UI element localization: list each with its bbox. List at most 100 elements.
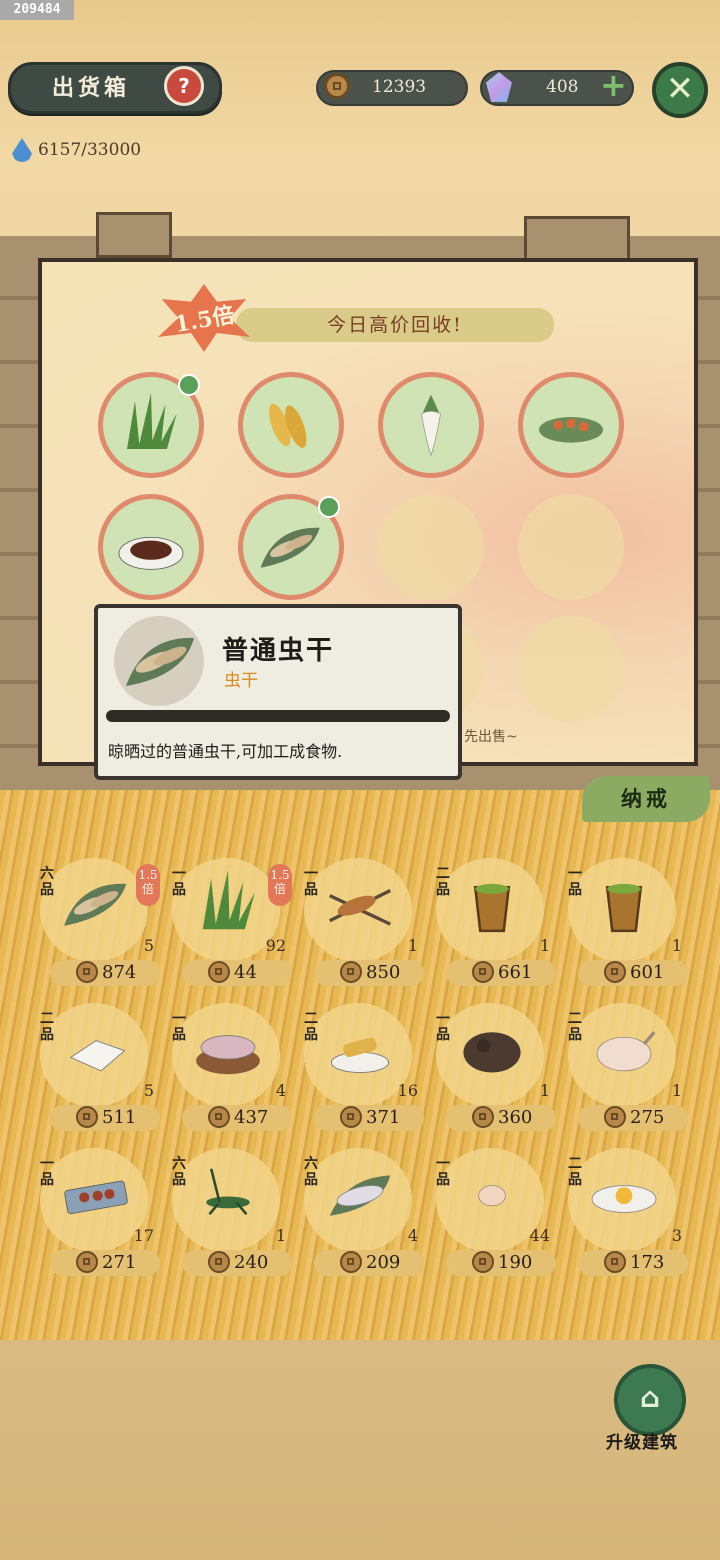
item-count: 92: [265, 936, 286, 955]
price-value: 511: [102, 1107, 137, 1128]
item-count: 5: [143, 1081, 154, 1100]
multiplier-badge: 1.5 倍: [136, 864, 160, 906]
grass-icon: [186, 862, 270, 950]
inventory-item-dried-insect[interactable]: 六品 1.5 倍 5 874: [40, 858, 160, 988]
inventory-item-egg[interactable]: 一品 44 190: [436, 1148, 556, 1278]
inventory-item-fish-leaf[interactable]: 六品 4 209: [304, 1148, 424, 1278]
item-count: 1: [671, 936, 682, 955]
coin-icon: [76, 1106, 98, 1128]
sell-hint: 先出售~: [464, 729, 518, 745]
item-price: 271: [50, 1250, 160, 1276]
item-price: 371: [314, 1105, 424, 1131]
tooltip-item-type: 虫干: [224, 671, 258, 691]
coin-icon: [340, 1251, 362, 1273]
radish-icon: [391, 385, 471, 469]
item-count: 3: [671, 1226, 682, 1245]
dried-insect-icon: [114, 616, 204, 706]
high-price-banner: 今日高价回收!: [236, 308, 554, 342]
cricket-icon: [186, 1152, 270, 1240]
corn-icon: [251, 385, 331, 469]
close-button[interactable]: ✕: [652, 62, 708, 118]
tofu-icon: [54, 1007, 138, 1095]
inventory-item-skewer[interactable]: 一品 1 850: [304, 858, 424, 988]
high-price-slot-corn[interactable]: [238, 372, 344, 478]
price-value: 209: [366, 1252, 401, 1273]
price-value: 360: [498, 1107, 533, 1128]
price-value: 271: [102, 1252, 137, 1273]
coin-icon: [324, 73, 350, 99]
inventory-item-fish-board[interactable]: 一品 4 437: [172, 1003, 292, 1133]
coin-icon: [340, 1106, 362, 1128]
coin-icon: [604, 1251, 626, 1273]
high-price-slot-dish[interactable]: [518, 372, 624, 478]
item-grade: 二品: [436, 866, 450, 898]
item-grade: 一品: [436, 1156, 450, 1188]
coin-amount: 12393: [372, 77, 427, 97]
item-count: 1: [671, 1081, 682, 1100]
item-count: 1: [539, 1081, 550, 1100]
tab-nanjie[interactable]: 纳戒: [582, 776, 710, 822]
brush-divider: [106, 710, 450, 722]
item-count: 5: [143, 936, 154, 955]
water-drop-icon: [12, 138, 32, 162]
wood-post-right: [524, 216, 630, 262]
inventory-item-spring-roll[interactable]: 二品 16 371: [304, 1003, 424, 1133]
gem-amount: 408: [546, 77, 579, 97]
fried-egg-icon: [582, 1152, 666, 1240]
add-gems-button[interactable]: +: [600, 66, 627, 104]
dried-insect-icon: [54, 862, 138, 950]
price-value: 850: [366, 962, 401, 983]
truffle-icon: [450, 1007, 534, 1095]
item-grade: 二品: [568, 1011, 582, 1043]
item-price: 173: [578, 1250, 688, 1276]
item-grade: 二品: [304, 1011, 318, 1043]
item-grade: 一品: [172, 1011, 186, 1043]
fish-leaf-icon: [318, 1152, 402, 1240]
page-title: 出货箱: [52, 75, 131, 101]
item-grade: 一品: [304, 866, 318, 898]
item-grade: 一品: [40, 1156, 54, 1188]
skewer-icon: [318, 862, 402, 950]
tooltip-description: 晾晒过的普通虫干,可加工成食物.: [108, 742, 343, 761]
inventory-item-cricket[interactable]: 六品 1 240: [172, 1148, 292, 1278]
chicken-icon: [582, 1007, 666, 1095]
item-price: 190: [446, 1250, 556, 1276]
inventory-item-tray-dish[interactable]: 一品 17 271: [40, 1148, 160, 1278]
fish-board-icon: [186, 1007, 270, 1095]
item-count: 1: [407, 936, 418, 955]
inventory-item-grass[interactable]: 一品 1.5 倍 92 44: [172, 858, 292, 988]
coin-icon: [208, 961, 230, 983]
item-count: 1: [275, 1226, 286, 1245]
item-price: 437: [182, 1105, 292, 1131]
item-price: 360: [446, 1105, 556, 1131]
item-count: 44: [529, 1226, 550, 1245]
price-value: 173: [630, 1252, 665, 1273]
high-price-slot-radish[interactable]: [378, 372, 484, 478]
item-grade: 六品: [40, 866, 54, 898]
help-button[interactable]: ?: [164, 66, 204, 106]
item-price: 661: [446, 960, 556, 986]
high-price-slot-braised-dish[interactable]: [98, 494, 204, 600]
price-value: 44: [234, 962, 257, 983]
coin-icon: [472, 1106, 494, 1128]
owned-badge-icon: [318, 496, 340, 518]
multiplier-badge: 1.5 倍: [268, 864, 292, 906]
inventory-item-tea-cup[interactable]: 一品 1 601: [568, 858, 688, 988]
high-price-slot-empty: [518, 494, 624, 600]
coin-icon: [604, 961, 626, 983]
price-value: 661: [498, 962, 533, 983]
item-grade: 二品: [568, 1156, 582, 1188]
item-count: 17: [133, 1226, 154, 1245]
inventory-item-tofu[interactable]: 二品 5 511: [40, 1003, 160, 1133]
spring-roll-icon: [318, 1007, 402, 1095]
grass-icon: [111, 385, 191, 469]
item-price: 275: [578, 1105, 688, 1131]
price-value: 437: [234, 1107, 269, 1128]
item-grade: 一品: [436, 1011, 450, 1043]
coin-icon: [76, 1251, 98, 1273]
inventory-item-fried-egg[interactable]: 二品 3 173: [568, 1148, 688, 1278]
inventory-item-truffle[interactable]: 一品 1 360: [436, 1003, 556, 1133]
inventory-item-tea-cup[interactable]: 二品 1 661: [436, 858, 556, 988]
inventory-item-chicken[interactable]: 二品 1 275: [568, 1003, 688, 1133]
coin-icon: [604, 1106, 626, 1128]
